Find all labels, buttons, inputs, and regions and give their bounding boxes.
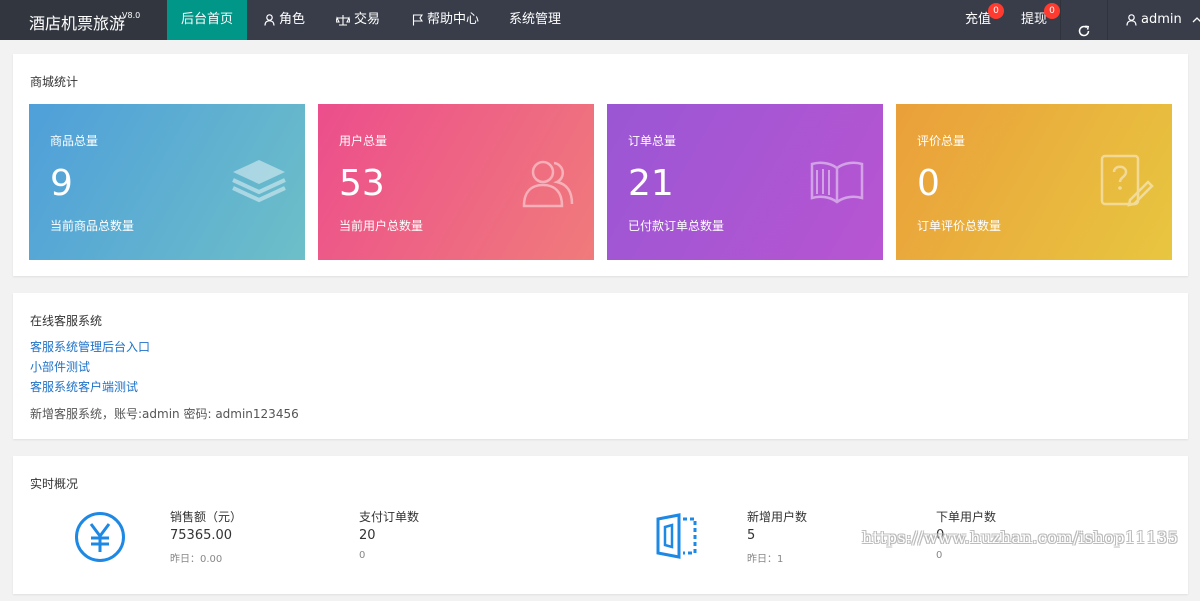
divider — [1107, 0, 1108, 40]
stat-yesterday: 0 — [936, 550, 943, 561]
stat-yesterday: 昨日：0.00 — [170, 554, 223, 565]
withdraw-label: 提现 — [1021, 12, 1048, 27]
nav-trade-label: 交易 — [354, 12, 381, 27]
stat-value: 75365.00 — [170, 528, 233, 543]
panel-title: 实时概况 — [30, 477, 79, 491]
flag-icon — [412, 13, 423, 26]
card-label: 商品总量 — [50, 134, 99, 148]
nav-system[interactable]: 系统管理 — [509, 0, 561, 40]
service-account-note: 新增客服系统，账号:admin 密码: admin123456 — [30, 407, 299, 421]
realtime-panel: 实时概况 销售额（元） 75365.00 昨日：0.00 支付订单数 20 0 … — [13, 456, 1188, 594]
card-subtitle: 订单评价总数量 — [917, 219, 1002, 233]
users-icon — [520, 154, 576, 214]
app-version: V8.0 — [122, 11, 141, 20]
top-nav-bar: 酒店机票旅游 V8.0 后台首页 角色 交易 帮助中心 系统管理 充值 0 提现… — [0, 0, 1200, 40]
book-icon — [809, 154, 865, 214]
refresh-icon — [1078, 14, 1090, 54]
nav-roles[interactable]: 角色 — [264, 0, 305, 40]
stat-label: 新增用户数 — [747, 510, 808, 524]
service-admin-link[interactable]: 客服系统管理后台入口 — [30, 338, 150, 355]
stat-value: 20 — [359, 528, 376, 543]
door-icon — [655, 513, 701, 563]
card-reviews[interactable]: 评价总量 0 订单评价总数量 — [896, 104, 1172, 260]
service-client-test-link[interactable]: 客服系统客户端测试 — [30, 378, 138, 395]
stat-value: 5 — [747, 528, 756, 543]
nav-home[interactable]: 后台首页 — [167, 0, 247, 40]
withdraw-button[interactable]: 提现 — [1021, 0, 1047, 40]
user-icon — [264, 13, 275, 26]
card-subtitle: 当前用户总数量 — [339, 219, 424, 233]
stat-yesterday: 0 — [359, 550, 366, 561]
refresh-button[interactable] — [1061, 0, 1107, 40]
username: admin — [1141, 12, 1182, 27]
nav-trade[interactable]: 交易 — [336, 0, 380, 40]
nav-system-label: 系统管理 — [509, 12, 562, 27]
nav-help[interactable]: 帮助中心 — [412, 0, 479, 40]
card-value: 21 — [628, 163, 674, 204]
card-label: 评价总量 — [917, 134, 966, 148]
panel-title: 在线客服系统 — [30, 314, 103, 328]
layers-icon — [231, 154, 287, 214]
nav-roles-label: 角色 — [279, 12, 306, 27]
user-icon — [1126, 13, 1137, 26]
stat-label: 下单用户数 — [936, 510, 997, 524]
stat-label: 支付订单数 — [359, 510, 420, 524]
stat-yesterday: 昨日：1 — [747, 554, 784, 565]
recharge-badge: 0 — [988, 3, 1004, 19]
card-users[interactable]: 用户总量 53 当前用户总数量 — [318, 104, 594, 260]
edit-note-icon — [1098, 154, 1154, 214]
yen-icon — [74, 511, 126, 567]
nav-home-label: 后台首页 — [180, 12, 233, 27]
panel-title: 商城统计 — [30, 75, 79, 89]
card-value: 53 — [339, 163, 385, 204]
card-value: 9 — [50, 163, 73, 204]
card-products[interactable]: 商品总量 9 当前商品总数量 — [29, 104, 305, 260]
nav-help-label: 帮助中心 — [427, 12, 480, 27]
recharge-button[interactable]: 充值 — [965, 0, 991, 40]
withdraw-badge: 0 — [1044, 3, 1060, 19]
card-orders[interactable]: 订单总量 21 已付款订单总数量 — [607, 104, 883, 260]
card-subtitle: 当前商品总数量 — [50, 219, 135, 233]
logo: 酒店机票旅游 V8.0 — [0, 0, 167, 40]
app-title: 酒店机票旅游 — [29, 14, 126, 33]
customer-service-panel: 在线客服系统 客服系统管理后台入口 小部件测试 客服系统客户端测试 新增客服系统… — [13, 293, 1188, 439]
chevron-up-icon — [1192, 16, 1200, 23]
recharge-label: 充值 — [965, 12, 992, 27]
shop-stats-panel: 商城统计 商品总量 9 当前商品总数量 用户总量 53 当前用户总数量 订单总量… — [13, 54, 1188, 276]
widget-test-link[interactable]: 小部件测试 — [30, 358, 90, 375]
card-subtitle: 已付款订单总数量 — [628, 219, 725, 233]
card-label: 用户总量 — [339, 134, 388, 148]
stat-label: 销售额（元） — [170, 510, 243, 524]
card-value: 0 — [917, 163, 940, 204]
scale-icon — [336, 14, 350, 26]
card-label: 订单总量 — [628, 134, 677, 148]
user-menu[interactable]: admin — [1126, 0, 1200, 40]
watermark: https://www.huzhan.com/ishop11135 — [862, 528, 1179, 547]
